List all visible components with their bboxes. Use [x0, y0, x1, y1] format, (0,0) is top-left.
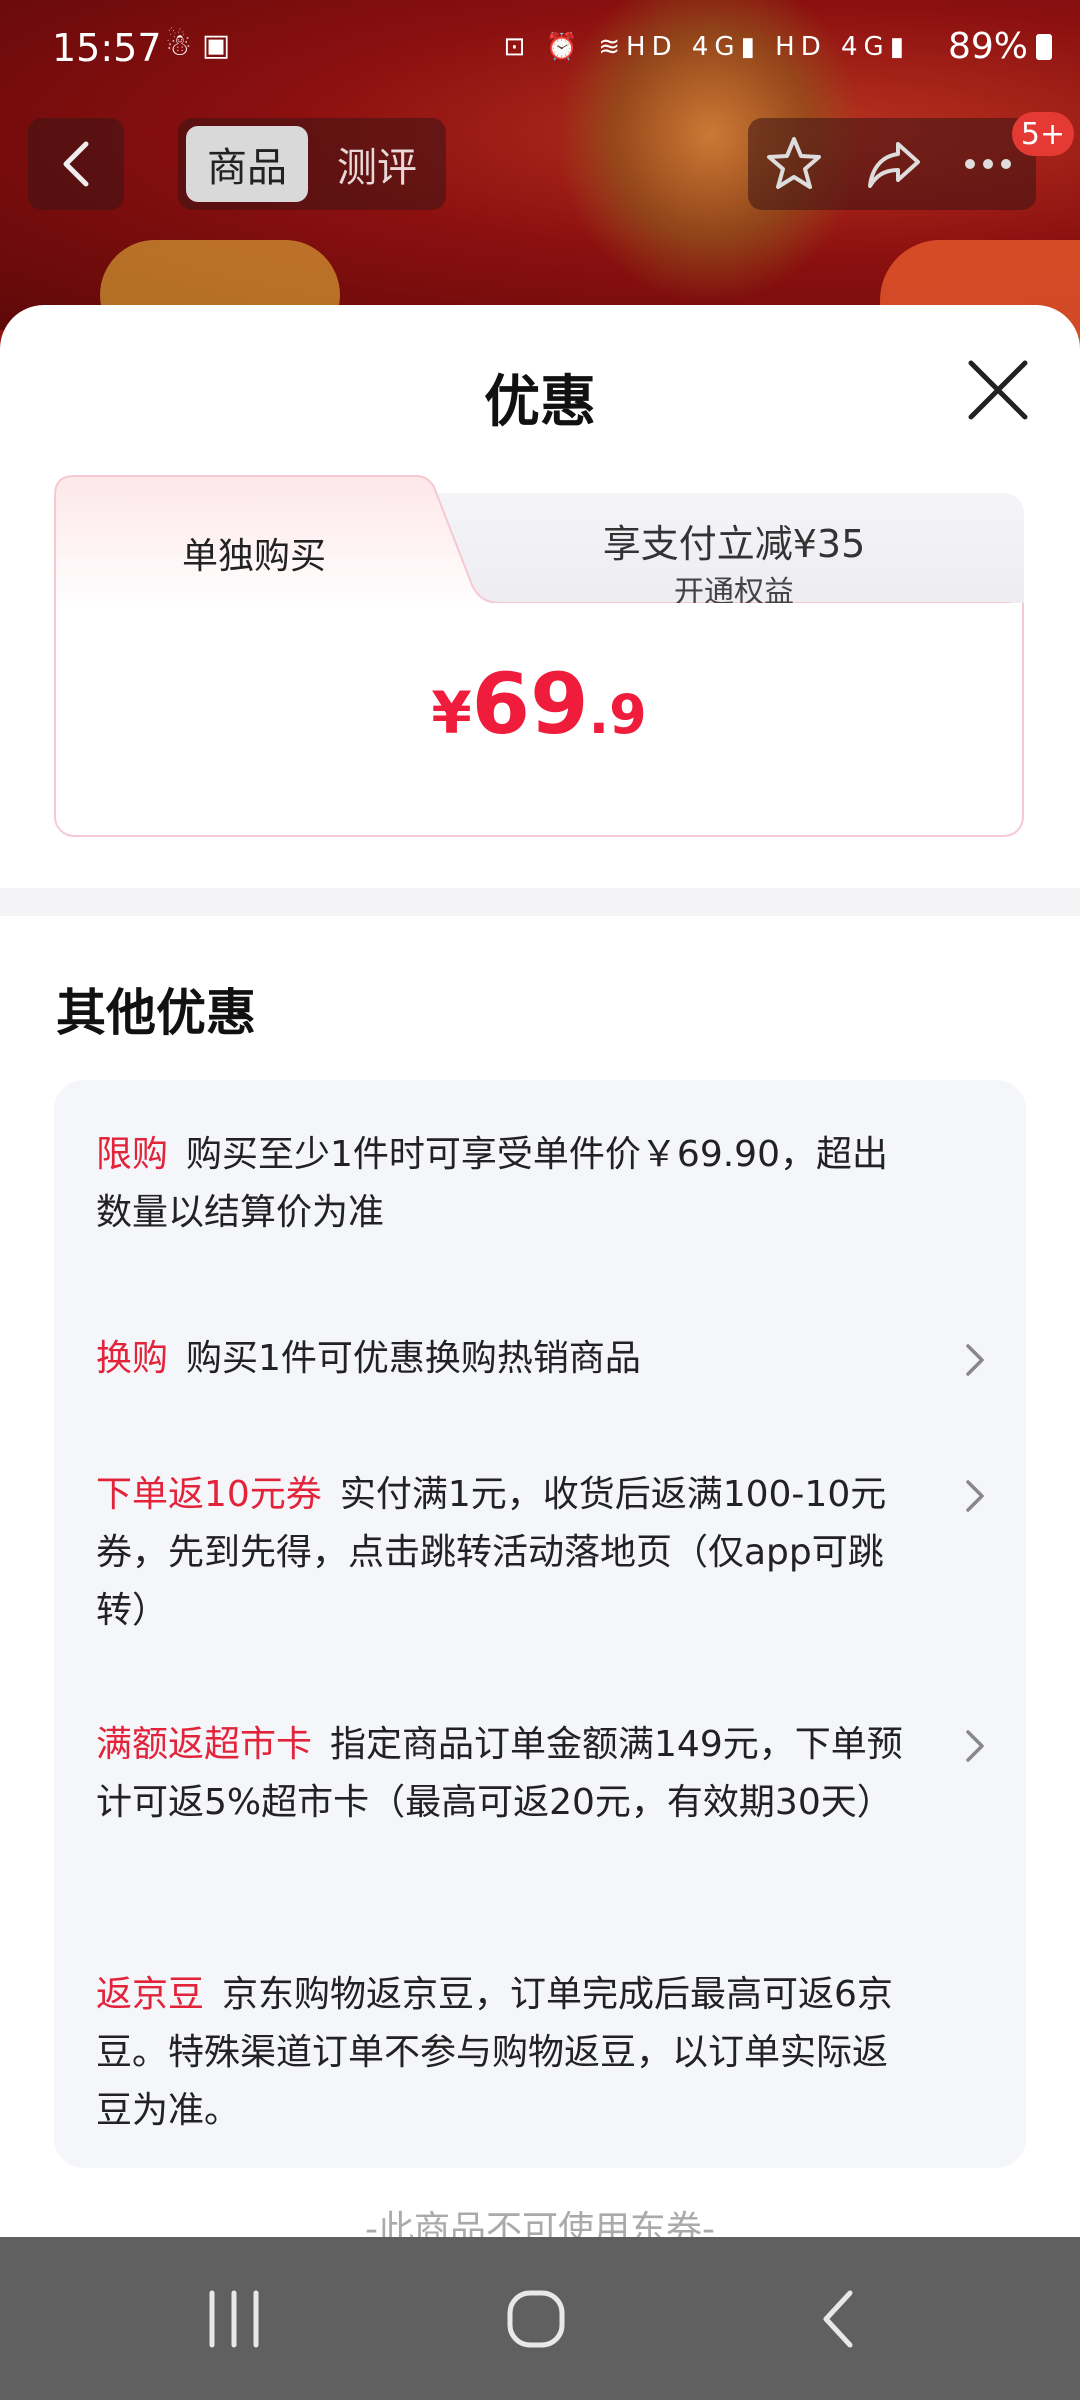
app-notification-icon: ☃	[165, 28, 202, 63]
network-label-1: 4G	[691, 32, 741, 62]
price-card: 单独购买 享支付立减¥35 开通权益 ¥69.9	[54, 475, 1024, 837]
home-icon[interactable]	[506, 2289, 566, 2349]
tab-product[interactable]: 商品	[186, 126, 308, 202]
offer-text: 京东购物返京豆，订单完成后最高可返6京豆。特殊渠道订单不参与购物返豆，以订单实际…	[96, 1974, 893, 2131]
recent-apps-icon[interactable]	[206, 2289, 262, 2349]
offer-item-trade-in[interactable]: 换购 购买1件可优惠换购热销商品	[96, 1330, 916, 1388]
chevron-right-icon[interactable]	[962, 1726, 988, 1766]
message-count-badge: 5+	[1012, 112, 1074, 156]
offer-tag: 满额返超市卡	[96, 1724, 313, 1765]
battery-indicator: 89%	[948, 26, 1052, 67]
hd-label-1: HD	[626, 32, 678, 62]
payment-discount-label: 享支付立减¥35	[602, 522, 866, 566]
price-integer: 69	[471, 655, 589, 753]
sheet-title: 优惠	[484, 370, 596, 435]
top-action-group	[748, 118, 1036, 210]
offer-item-coupon-return[interactable]: 下单返10元券 实付满1元，收货后返满100-10元券，先到先得，点击跳转活动落地…	[96, 1466, 916, 1640]
offer-text: 购买1件可优惠换购热销商品	[186, 1338, 641, 1379]
battery-saver-icon: ⊡	[503, 32, 532, 62]
back-nav-icon[interactable]	[818, 2289, 858, 2349]
more-icon[interactable]	[958, 134, 1018, 194]
star-icon[interactable]	[764, 134, 824, 194]
status-icons: ⊡ ⏰ ≋HD 4G▮ HD 4G▮	[504, 32, 910, 62]
tab-review[interactable]: 测评	[316, 126, 438, 202]
other-offers-title: 其他优惠	[56, 984, 256, 1042]
notification-icons: ☃▣	[165, 28, 240, 63]
close-icon[interactable]	[965, 357, 1031, 423]
alarm-icon: ⏰	[545, 32, 584, 62]
signal-icon: ▮	[740, 32, 761, 62]
offer-tag: 换购	[96, 1338, 169, 1379]
discount-sheet: 优惠 单独购买 享支付立减¥35 开通权益 ¥69.9 其他优惠 限购 购买至少1…	[0, 305, 1080, 2237]
chevron-right-icon[interactable]	[962, 1476, 988, 1516]
share-icon[interactable]	[864, 134, 924, 194]
offer-tag: 返京豆	[96, 1974, 205, 2015]
status-bar: 15:57 ☃▣ ⊡ ⏰ ≋HD 4G▮ HD 4G▮ 89%	[0, 0, 1080, 100]
back-button[interactable]	[28, 118, 124, 210]
offer-tag: 下单返10元券	[96, 1474, 322, 1515]
offer-item-purchase-limit: 限购 购买至少1件时可享受单件价￥69.90，超出数量以结算价为准	[96, 1126, 916, 1242]
section-divider	[0, 888, 1080, 916]
price-currency: ¥	[431, 679, 472, 747]
calendar-notification-icon: ▣	[201, 28, 241, 63]
chevron-left-icon	[63, 141, 89, 187]
tab-single-purchase[interactable]: 单独购买	[54, 527, 454, 579]
offer-item-jingdou: 返京豆 京东购物返京豆，订单完成后最高可返6京豆。特殊渠道订单不参与购物返豆，以订…	[96, 1966, 916, 2140]
battery-percent: 89%	[947, 26, 1028, 67]
status-time: 15:57	[52, 26, 162, 70]
offer-tag: 限购	[96, 1134, 169, 1175]
battery-icon	[1036, 34, 1052, 60]
signal-icon-2: ▮	[889, 32, 910, 62]
coupon-restriction-note: -此商品不可使用东券-	[365, 2209, 715, 2237]
network-label-2: 4G	[840, 32, 890, 62]
chevron-right-icon[interactable]	[962, 1340, 988, 1380]
price-decimal: .9	[588, 683, 647, 746]
hd-label-2: HD	[775, 32, 827, 62]
top-tab-group: 商品 测评	[178, 118, 446, 210]
wifi-icon: ≋	[598, 32, 627, 62]
price-display: ¥69.9	[54, 655, 1024, 753]
system-navigation-bar	[0, 2237, 1080, 2400]
offer-text: 购买至少1件时可享受单件价￥69.90，超出数量以结算价为准	[96, 1134, 888, 1233]
offers-list: 限购 购买至少1件时可享受单件价￥69.90，超出数量以结算价为准 换购 购买1件可…	[54, 1080, 1026, 2168]
offer-item-supermarket-card[interactable]: 满额返超市卡 指定商品订单金额满149元，下单预计可返5%超市卡（最高可返20元，…	[96, 1716, 916, 1832]
